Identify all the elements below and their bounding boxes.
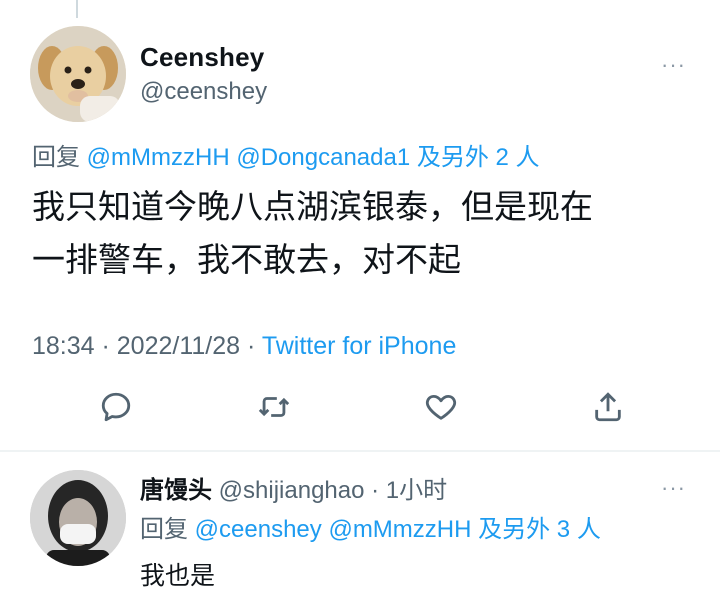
reply-prefix: 回复 [32,144,87,171]
retweet-button[interactable] [252,385,296,429]
action-bar [0,385,720,435]
reply-text: 我也是 [140,562,216,590]
tweet-text: 我只知道今晚八点湖滨银泰，但是现在 一排警车，我不敢去，对不起 [32,180,702,286]
like-button[interactable] [419,385,463,429]
reply-replying-to-line: 回复 @ceenshey @mMmzzHH 及另外 3 人 [140,509,601,544]
avatar[interactable] [30,26,126,122]
heart-icon [425,394,457,420]
mention-link[interactable]: @Dongcanada1 [236,144,410,171]
divider [0,450,720,452]
reply-avatar[interactable] [30,470,126,566]
mention-link[interactable]: @mMmzzHH [87,144,230,171]
reply-user-handle[interactable]: @shijianghao [212,477,365,504]
retweet-icon [258,397,290,417]
share-button[interactable] [586,385,630,429]
mention-link[interactable]: @mMmzzHH [328,516,471,543]
tweet-time[interactable]: 18:34 · 2022/11/28 · [32,332,262,360]
dog-avatar-icon [30,26,126,122]
reply-button[interactable] [94,385,138,429]
reply-display-name[interactable]: 唐馒头 [140,477,212,504]
reply-time[interactable]: · 1小时 [364,477,447,504]
tweet-text-line: 一排警车，我不敢去，对不起 [32,241,461,278]
mention-link[interactable]: @ceenshey [195,516,322,543]
replying-to-line: 回复 @mMmzzHH @Dongcanada1 及另外 2 人 [32,137,540,172]
person-avatar-icon [30,470,126,566]
comment-icon [101,392,131,422]
tweet-timestamp: 18:34 · 2022/11/28 · Twitter for iPhone [32,332,456,361]
share-icon [595,392,621,422]
reply-header: 唐馒头 @shijianghao · 1小时 [140,470,447,505]
user-handle[interactable]: @ceenshey [140,78,267,106]
tweet-source: Twitter for iPhone [261,332,457,360]
more-options-icon[interactable]: ··· [661,52,686,78]
display-name[interactable]: Ceenshey [140,42,264,73]
reply-prefix: 回复 [140,516,195,543]
reply-more-options-icon[interactable]: ··· [661,475,686,501]
others-link[interactable]: 及另外 3 人 [471,516,601,543]
tweet-text-line: 我只知道今晚八点湖滨银泰，但是现在 [32,188,593,225]
others-link[interactable]: 及另外 2 人 [410,144,540,171]
thread-connector-line [76,0,78,18]
